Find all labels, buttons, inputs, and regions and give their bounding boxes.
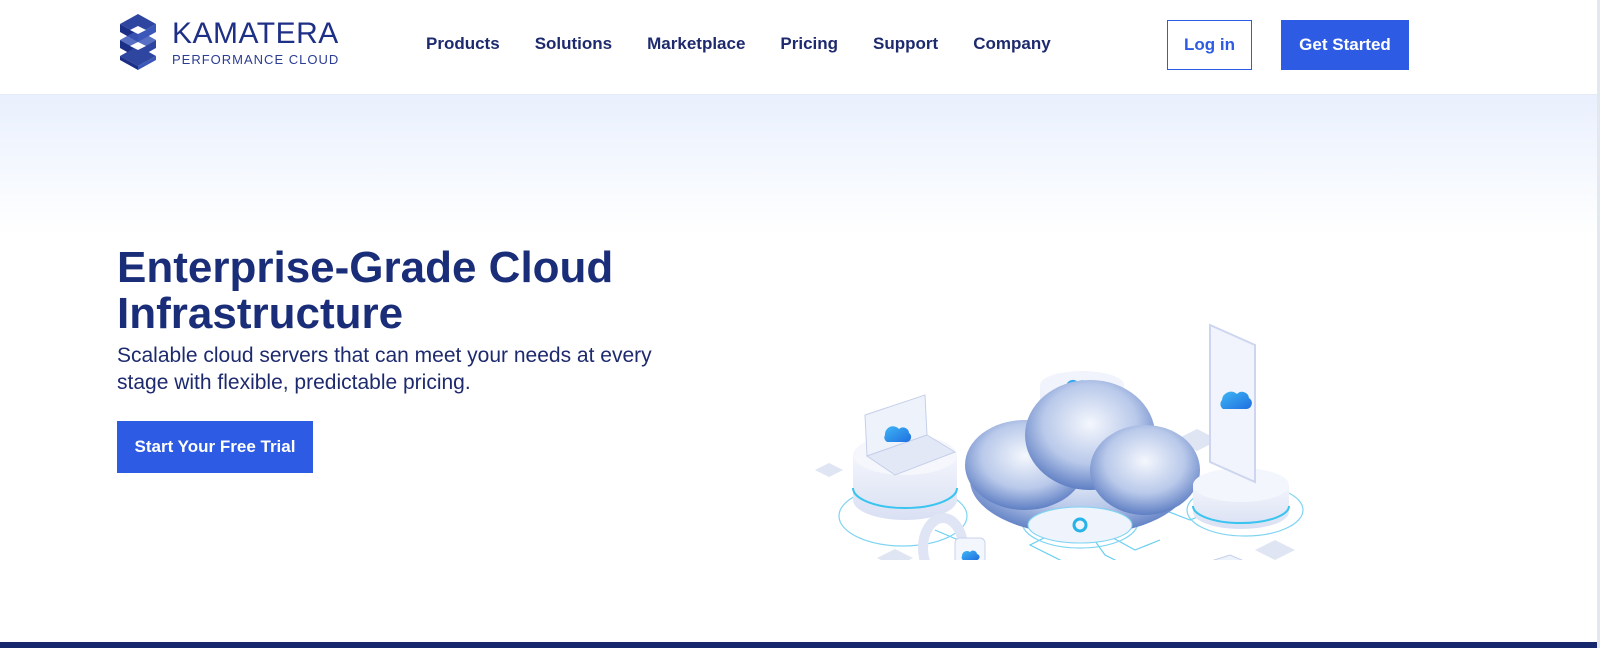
nav-item-company[interactable]: Company	[973, 34, 1050, 54]
hero-title: Enterprise-Grade Cloud Infrastructure	[117, 243, 614, 338]
brand-name: KAMATERA	[172, 16, 339, 50]
central-cloud	[965, 380, 1200, 544]
site-header: KAMATERA PERFORMANCE CLOUD Products Solu…	[0, 0, 1600, 95]
kamatera-logo[interactable]: KAMATERA PERFORMANCE CLOUD	[116, 12, 339, 72]
nav-item-support[interactable]: Support	[873, 34, 938, 54]
kamatera-logo-icon	[120, 14, 156, 70]
nav-item-solutions[interactable]: Solutions	[535, 34, 612, 54]
get-started-button[interactable]: Get Started	[1281, 20, 1409, 70]
watch-pedestal	[918, 513, 986, 560]
nav-item-pricing[interactable]: Pricing	[780, 34, 838, 54]
free-trial-button[interactable]: Start Your Free Trial	[117, 421, 313, 473]
main-nav: Products Solutions Marketplace Pricing S…	[426, 34, 1051, 54]
hero-subtitle: Scalable cloud servers that can meet you…	[117, 344, 652, 394]
footer-band	[0, 642, 1600, 648]
tablet-pedestal	[1212, 554, 1243, 560]
nav-item-marketplace[interactable]: Marketplace	[647, 34, 745, 54]
hero-section: Enterprise-Grade Cloud Infrastructure Sc…	[0, 95, 1600, 642]
login-button[interactable]: Log in	[1167, 20, 1252, 70]
brand-tagline: PERFORMANCE CLOUD	[172, 51, 340, 67]
cloud-network-illustration	[815, 323, 1304, 560]
laptop-pedestal	[852, 394, 958, 520]
nav-item-products[interactable]: Products	[426, 34, 500, 54]
phone-pedestal	[1192, 323, 1290, 529]
